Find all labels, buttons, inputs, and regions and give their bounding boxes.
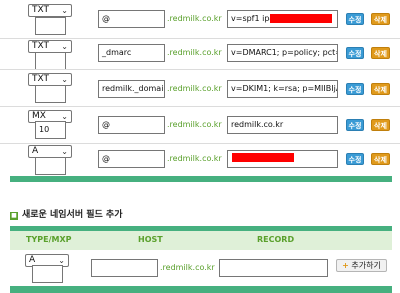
chevron-down-icon: ⌄: [61, 6, 68, 15]
edit-button[interactable]: 수정: [346, 83, 364, 95]
edit-button[interactable]: 수정: [346, 13, 364, 25]
delete-button[interactable]: 삭제: [371, 47, 390, 59]
type-value: TXT: [32, 41, 50, 51]
record-row: TXT ⌄ @ .redmilk.co.kr v=spf1 ip4: 수정 삭제: [0, 0, 400, 38]
add-button-label: 추가하기: [351, 261, 381, 270]
type-select[interactable]: TXT ⌄: [28, 4, 72, 17]
host-input[interactable]: @: [98, 10, 165, 28]
section-title-text: 새로운 네임서버 필드 추가: [22, 210, 123, 220]
host-input[interactable]: @: [98, 150, 165, 168]
section-title: ■ 새로운 네임서버 필드 추가: [10, 207, 122, 220]
plus-icon: +: [342, 261, 349, 270]
header-type: TYPE/MXP: [26, 235, 72, 244]
new-host-input[interactable]: [91, 259, 158, 277]
domain-suffix: .redmilk.co.kr: [167, 154, 222, 163]
priority-input[interactable]: [35, 52, 66, 70]
add-button[interactable]: + 추가하기: [336, 259, 387, 272]
host-input[interactable]: redmilk._domain: [98, 80, 165, 98]
record-row: TXT ⌄ redmilk._domain .redmilk.co.kr v=DK…: [0, 70, 400, 107]
add-table-header: TYPE/MXP HOST RECORD: [10, 231, 392, 250]
edit-button[interactable]: 수정: [346, 47, 364, 59]
type-value: TXT: [32, 5, 50, 15]
host-input[interactable]: @: [98, 116, 165, 134]
priority-input[interactable]: [35, 85, 66, 103]
priority-input[interactable]: [35, 157, 66, 175]
new-priority-input[interactable]: [32, 265, 63, 283]
type-value: A: [29, 255, 36, 265]
domain-suffix: .redmilk.co.kr: [167, 84, 222, 93]
chevron-down-icon: ⌄: [61, 42, 68, 51]
table-footer-bar: [10, 176, 392, 182]
record-input[interactable]: v=DKIM1; k=rsa; p=MIIBIjAN: [227, 80, 338, 98]
edit-button[interactable]: 수정: [346, 119, 364, 131]
domain-suffix: .redmilk.co.kr: [160, 263, 215, 272]
domain-suffix: .redmilk.co.kr: [167, 120, 222, 129]
host-input[interactable]: _dmarc: [98, 44, 165, 62]
chevron-down-icon: ⌄: [61, 147, 68, 156]
domain-suffix: .redmilk.co.kr: [167, 14, 222, 23]
type-value: A: [32, 146, 39, 156]
record-input[interactable]: redmilk.co.kr: [227, 116, 338, 134]
add-footer-bar: [10, 286, 392, 293]
chevron-down-icon: ⌄: [61, 75, 68, 84]
header-host: HOST: [138, 235, 163, 244]
priority-input[interactable]: [35, 17, 66, 35]
priority-input[interactable]: 10: [35, 121, 66, 139]
record-row: MX ⌄ 10 @ .redmilk.co.kr redmilk.co.kr 수정…: [0, 107, 400, 143]
new-record-input[interactable]: [219, 259, 328, 277]
record-input[interactable]: v=DMARC1; p=policy; pct=10: [227, 44, 338, 62]
delete-button[interactable]: 삭제: [371, 153, 390, 165]
header-record: RECORD: [257, 235, 295, 244]
redaction-mark: [232, 153, 294, 162]
domain-suffix: .redmilk.co.kr: [167, 48, 222, 57]
delete-button[interactable]: 삭제: [371, 83, 390, 95]
delete-button[interactable]: 삭제: [371, 13, 390, 25]
type-value: TXT: [32, 74, 50, 84]
redaction-mark: [270, 14, 332, 23]
delete-button[interactable]: 삭제: [371, 119, 390, 131]
edit-button[interactable]: 수정: [346, 153, 364, 165]
type-value: MX: [32, 111, 46, 121]
bullet-icon: ■: [10, 212, 18, 220]
record-row: A ⌄ @ .redmilk.co.kr 수정 삭제: [0, 144, 400, 175]
